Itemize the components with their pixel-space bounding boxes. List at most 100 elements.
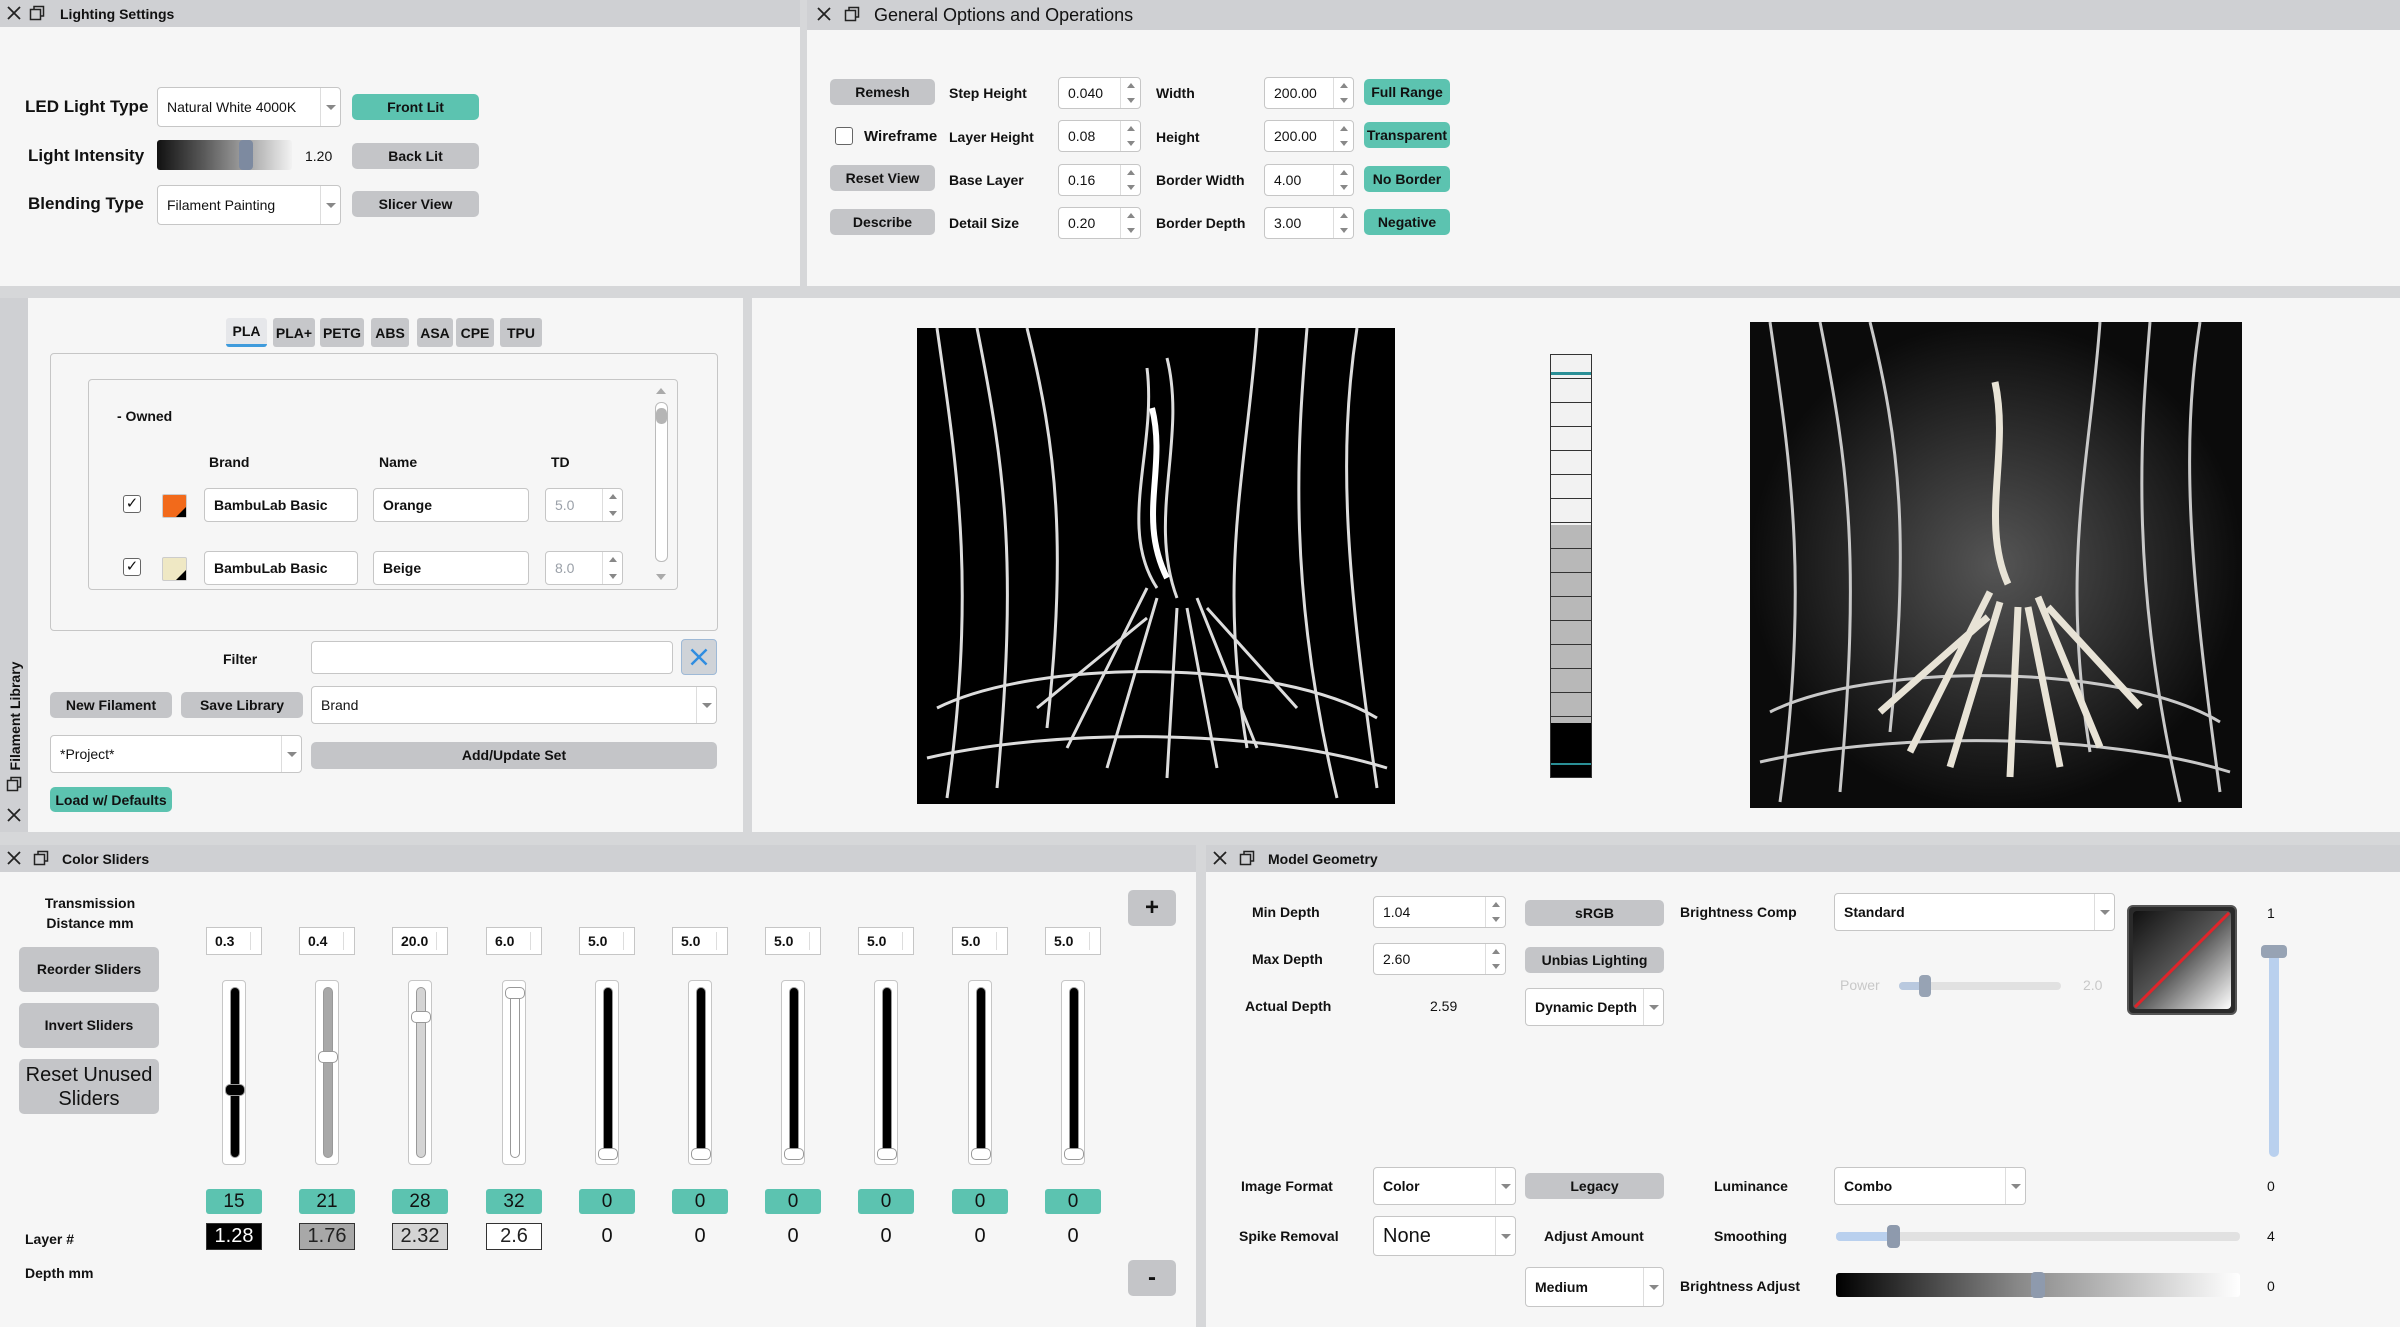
- width-input[interactable]: 200.00: [1264, 77, 1354, 109]
- transparent-button[interactable]: Transparent: [1364, 122, 1450, 148]
- detail-size-input[interactable]: 0.20: [1058, 207, 1141, 239]
- transmission-distance-field[interactable]: 20.0: [392, 927, 448, 955]
- brightness-comp-select[interactable]: Standard: [1834, 893, 2115, 931]
- clear-filter-button[interactable]: [681, 639, 717, 675]
- color-preview-image[interactable]: [1750, 322, 2242, 808]
- layer-number-field[interactable]: 21: [299, 1189, 355, 1214]
- reset-unused-sliders-button[interactable]: Reset Unused Sliders: [19, 1059, 159, 1114]
- invert-sliders-button[interactable]: Invert Sliders: [19, 1003, 159, 1048]
- filter-input[interactable]: [311, 641, 673, 674]
- color-slider-handle[interactable]: [411, 1011, 431, 1023]
- color-slider[interactable]: [1061, 980, 1085, 1165]
- sort-select[interactable]: Brand: [311, 686, 717, 724]
- layer-number-field[interactable]: 28: [392, 1189, 448, 1214]
- color-slider-handle[interactable]: [691, 1148, 711, 1160]
- luminance-select[interactable]: Combo: [1834, 1167, 2026, 1205]
- tab-pla[interactable]: PLA: [226, 318, 267, 347]
- remesh-button[interactable]: Remesh: [830, 79, 935, 105]
- filament-name-field[interactable]: Orange: [373, 488, 529, 522]
- height-input[interactable]: 200.00: [1264, 120, 1354, 152]
- intensity-slider[interactable]: [157, 140, 292, 170]
- close-icon[interactable]: [5, 806, 23, 824]
- filament-brand-field[interactable]: BambuLab Basic: [204, 551, 358, 585]
- layer-number-field[interactable]: 0: [672, 1189, 728, 1214]
- vertical-level-slider[interactable]: [2261, 945, 2287, 1157]
- color-slider[interactable]: [502, 980, 526, 1165]
- tab-cpe[interactable]: CPE: [456, 318, 494, 347]
- transmission-distance-field[interactable]: 5.0: [858, 927, 914, 955]
- reorder-sliders-button[interactable]: Reorder Sliders: [19, 947, 159, 992]
- step-height-input[interactable]: 0.040: [1058, 77, 1141, 109]
- blend-type-select[interactable]: Filament Painting: [157, 185, 341, 225]
- transmission-distance-field[interactable]: 5.0: [1045, 927, 1101, 955]
- close-icon[interactable]: [815, 5, 833, 23]
- power-slider[interactable]: [1899, 975, 2061, 997]
- border-depth-input[interactable]: 3.00: [1264, 207, 1354, 239]
- tab-petg[interactable]: PETG: [320, 318, 364, 347]
- front-lit-button[interactable]: Front Lit: [352, 94, 479, 120]
- image-format-select[interactable]: Color: [1373, 1167, 1516, 1205]
- filament-td-field[interactable]: 8.0: [545, 551, 623, 585]
- back-lit-button[interactable]: Back Lit: [352, 143, 479, 169]
- describe-button[interactable]: Describe: [830, 209, 935, 235]
- layer-number-field[interactable]: 15: [206, 1189, 262, 1214]
- max-depth-input[interactable]: 2.60: [1373, 943, 1506, 975]
- adjust-amount-select[interactable]: Medium: [1525, 1267, 1664, 1307]
- no-border-button[interactable]: No Border: [1364, 166, 1450, 192]
- add-update-set-button[interactable]: Add/Update Set: [311, 742, 717, 769]
- led-type-select[interactable]: Natural White 4000K: [157, 87, 341, 127]
- float-icon[interactable]: [29, 5, 45, 21]
- filament-name-field[interactable]: Beige: [373, 551, 529, 585]
- tab-asa[interactable]: ASA: [417, 318, 453, 347]
- color-slider[interactable]: [595, 980, 619, 1165]
- transmission-distance-field[interactable]: 5.0: [672, 927, 728, 955]
- color-slider[interactable]: [874, 980, 898, 1165]
- filament-color-swatch[interactable]: [162, 557, 187, 581]
- color-slider[interactable]: [408, 980, 432, 1165]
- color-slider-handle[interactable]: [877, 1148, 897, 1160]
- color-slider-handle[interactable]: [225, 1084, 245, 1096]
- color-slider[interactable]: [781, 980, 805, 1165]
- intensity-slider-handle[interactable]: [239, 140, 253, 170]
- transmission-distance-field[interactable]: 5.0: [952, 927, 1008, 955]
- tab-pla-plus[interactable]: PLA+: [273, 318, 315, 347]
- color-slider[interactable]: [688, 980, 712, 1165]
- depth-mode-select[interactable]: Dynamic Depth: [1525, 988, 1664, 1026]
- srgb-button[interactable]: sRGB: [1525, 900, 1664, 926]
- project-select[interactable]: *Project*: [50, 735, 302, 773]
- transmission-distance-field[interactable]: 5.0: [765, 927, 821, 955]
- transmission-distance-field[interactable]: 6.0: [486, 927, 542, 955]
- wireframe-checkbox[interactable]: [835, 127, 853, 145]
- float-icon[interactable]: [844, 6, 860, 22]
- color-slider-handle[interactable]: [784, 1148, 804, 1160]
- slicer-view-button[interactable]: Slicer View: [352, 191, 479, 217]
- sliced-preview-image[interactable]: [917, 328, 1395, 804]
- color-slider[interactable]: [968, 980, 992, 1165]
- filament-owned-checkbox[interactable]: ✓: [123, 495, 141, 513]
- transmission-distance-field[interactable]: 5.0: [579, 927, 635, 955]
- color-slider-handle[interactable]: [318, 1051, 338, 1063]
- transmission-distance-field[interactable]: 0.3: [206, 927, 262, 955]
- float-icon[interactable]: [1239, 850, 1255, 866]
- smoothing-slider[interactable]: [1836, 1225, 2240, 1248]
- float-icon[interactable]: [33, 850, 49, 866]
- transmission-distance-field[interactable]: 0.4: [299, 927, 355, 955]
- unbias-lighting-button[interactable]: Unbias Lighting: [1525, 947, 1664, 973]
- min-depth-input[interactable]: 1.04: [1373, 896, 1506, 928]
- color-slider-handle[interactable]: [1064, 1148, 1084, 1160]
- close-icon[interactable]: [5, 849, 23, 867]
- color-swatch-preview[interactable]: [2127, 905, 2237, 1015]
- layer-number-field[interactable]: 0: [579, 1189, 635, 1214]
- filament-owned-checkbox[interactable]: ✓: [123, 558, 141, 576]
- new-filament-button[interactable]: New Filament: [50, 692, 172, 718]
- legacy-button[interactable]: Legacy: [1525, 1173, 1664, 1199]
- base-layer-input[interactable]: 0.16: [1058, 164, 1141, 196]
- brightness-adjust-slider[interactable]: [1836, 1272, 2240, 1298]
- list-scrollbar[interactable]: [653, 388, 670, 580]
- color-slider[interactable]: [315, 980, 339, 1165]
- color-slider-handle[interactable]: [971, 1148, 991, 1160]
- layer-number-field[interactable]: 32: [486, 1189, 542, 1214]
- layer-number-field[interactable]: 0: [765, 1189, 821, 1214]
- close-icon[interactable]: [5, 4, 23, 22]
- reset-view-button[interactable]: Reset View: [830, 165, 935, 191]
